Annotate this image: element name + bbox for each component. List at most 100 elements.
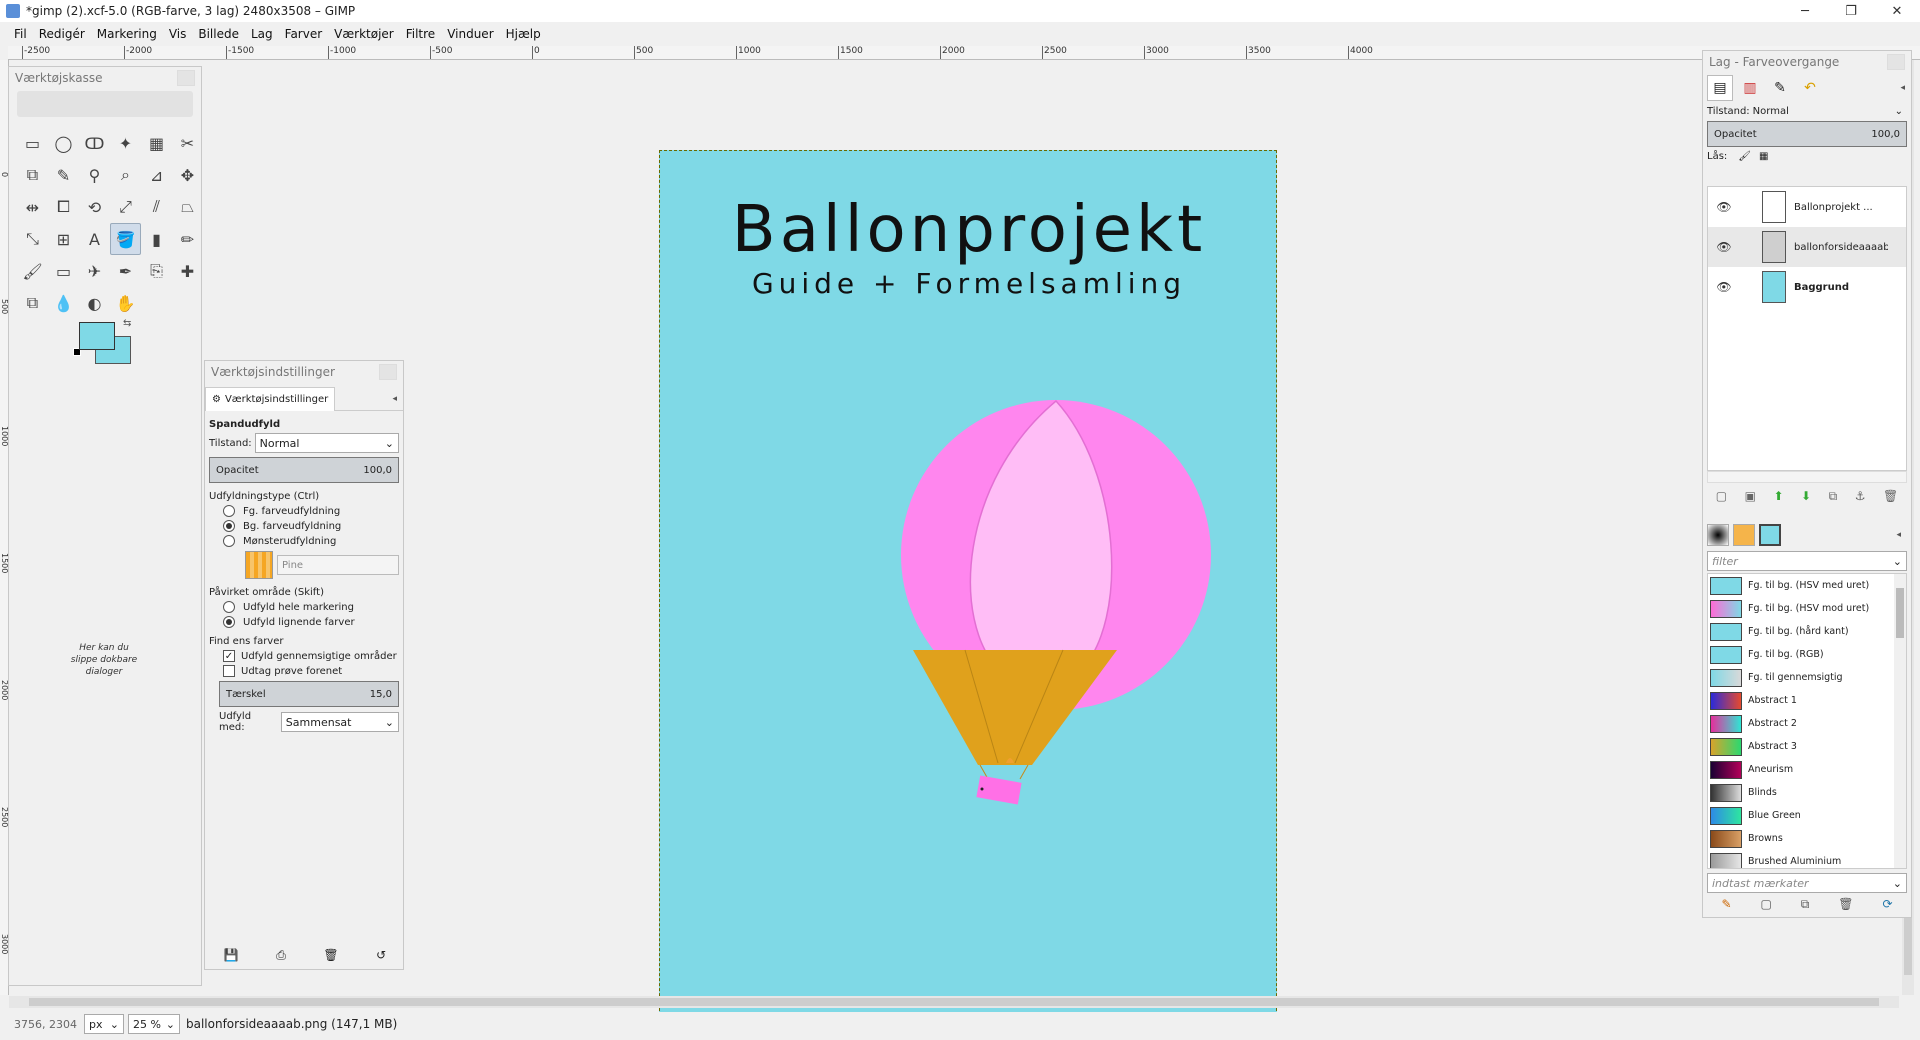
radio-button[interactable] — [223, 505, 235, 517]
image-page[interactable]: Ballonprojekt Guide + Formelsamling — [659, 150, 1277, 1026]
scale-icon[interactable]: ⤢ — [110, 191, 141, 223]
gradient-item[interactable]: Blinds — [1708, 781, 1906, 804]
tab-layers[interactable]: ▤ — [1707, 75, 1733, 101]
gradient-filter-input[interactable]: filter ⌄ — [1707, 551, 1907, 571]
clone-icon[interactable]: ⎘ — [141, 255, 172, 287]
lower-layer-icon[interactable]: ⬇ — [1801, 489, 1811, 504]
bucket-fill-icon[interactable]: 🪣 — [110, 223, 141, 255]
layer-opacity-slider[interactable]: Opacitet 100,0 — [1707, 121, 1907, 147]
unit-select[interactable]: px ⌄ — [84, 1014, 124, 1034]
checkbox-option[interactable]: ✓ Udfyld gennemsigtige områder — [209, 650, 399, 662]
eraser-icon[interactable]: ▭ — [48, 255, 79, 287]
foreground-select-icon[interactable]: ⧉ — [17, 159, 48, 191]
tab-patterns[interactable] — [1733, 524, 1755, 546]
tab-brushes[interactable] — [1707, 524, 1729, 546]
pencil-icon[interactable]: ✏ — [172, 223, 203, 255]
tab-menu-icon[interactable]: ◂ — [392, 394, 397, 404]
layer-name[interactable]: ballonforsideaaaab.pn — [1794, 242, 1888, 253]
paths-icon[interactable]: ✎ — [48, 159, 79, 191]
pattern-swatch[interactable] — [245, 551, 273, 579]
gradient-list-scrollbar[interactable] — [1894, 574, 1906, 868]
delete-gradient-icon[interactable]: 🗑 — [1838, 897, 1853, 912]
layer-list-scrollbar[interactable] — [1707, 471, 1907, 483]
ink-icon[interactable]: ✒ — [110, 255, 141, 287]
perspective-icon[interactable]: ⏢ — [172, 191, 203, 223]
tab-undo[interactable]: ↶ — [1797, 75, 1823, 101]
save-options-icon[interactable]: 💾 — [224, 948, 239, 963]
tab-paths[interactable]: ✎ — [1767, 75, 1793, 101]
tab-channels[interactable]: ▥ — [1737, 75, 1763, 101]
layer-row[interactable]: 👁 Ballonprojekt ... — [1708, 187, 1906, 227]
transform-icon[interactable]: ⤡ — [17, 223, 48, 255]
gradient-item[interactable]: Brushed Aluminium — [1708, 850, 1906, 868]
minimize-button[interactable]: ─ — [1782, 0, 1828, 22]
checkbox-option[interactable]: Udtag prøve forenet — [209, 665, 399, 677]
lock-alpha-icon[interactable]: ▦ — [1759, 151, 1768, 162]
menu-hjaelp[interactable]: Hjælp — [500, 27, 547, 41]
radio-button[interactable] — [223, 535, 235, 547]
eye-icon[interactable]: 👁 — [1712, 280, 1736, 294]
fuzzy-select-icon[interactable]: ✦ — [110, 127, 141, 159]
gradient-item[interactable]: Abstract 1 — [1708, 689, 1906, 712]
anchor-layer-icon[interactable]: ⚓ — [1855, 489, 1866, 504]
dodge-icon[interactable]: ◐ — [79, 287, 110, 319]
layer-name[interactable]: Baggrund — [1794, 282, 1888, 293]
ellipse-select-icon[interactable]: ◯ — [48, 127, 79, 159]
menu-billede[interactable]: Billede — [192, 27, 245, 41]
zoom-select[interactable]: 25 % ⌄ — [128, 1014, 180, 1034]
text-icon[interactable]: A — [79, 223, 110, 255]
gradient-item[interactable]: Fg. til bg. (HSV med uret) — [1708, 574, 1906, 597]
foreground-color[interactable] — [79, 322, 115, 350]
canvas-horizontal-scrollbar[interactable] — [9, 996, 1899, 1008]
menu-vaerktojer[interactable]: Værktøjer — [328, 27, 400, 41]
tab-menu-icon[interactable]: ◂ — [1896, 530, 1901, 540]
gradient-item[interactable]: Fg. til bg. (HSV mod uret) — [1708, 597, 1906, 620]
chevron-down-icon[interactable]: ⌄ — [1895, 106, 1903, 117]
move-icon[interactable]: ✥ — [172, 159, 203, 191]
eye-icon[interactable]: 👁 — [1712, 240, 1736, 254]
heal-icon[interactable]: ✚ — [172, 255, 203, 287]
layer-row[interactable]: 👁 Baggrund — [1708, 267, 1906, 307]
smudge-icon[interactable]: ✋ — [110, 287, 141, 319]
paintbrush-icon[interactable]: 🖌 — [17, 255, 48, 287]
duplicate-layer-icon[interactable]: ⧉ — [1829, 489, 1838, 504]
crop-icon[interactable]: ⧠ — [48, 191, 79, 223]
new-gradient-icon[interactable]: ▢ — [1760, 897, 1771, 912]
menu-lag[interactable]: Lag — [245, 27, 279, 41]
lasso-icon[interactable]: ↀ — [79, 127, 110, 159]
mode-select[interactable]: Normal ⌄ — [254, 433, 399, 453]
gradient-item[interactable]: Blue Green — [1708, 804, 1906, 827]
new-layer-icon[interactable]: ▢ — [1716, 489, 1727, 504]
airbrush-icon[interactable]: ✈ — [79, 255, 110, 287]
tab-tool-options[interactable]: ⚙ Værktøjsindstillinger — [205, 386, 336, 411]
eye-icon[interactable]: 👁 — [1712, 200, 1736, 214]
color-picker-icon[interactable]: ⚲ — [79, 159, 110, 191]
scissors-icon[interactable]: ✂ — [172, 127, 203, 159]
restore-options-icon[interactable]: ⎙ — [276, 948, 286, 963]
radio-button[interactable] — [223, 616, 235, 628]
close-button[interactable]: ✕ — [1874, 0, 1920, 22]
rect-select-icon[interactable]: ▭ — [17, 127, 48, 159]
tab-menu-icon[interactable]: ◂ — [1900, 83, 1905, 93]
maximize-button[interactable]: ❐ — [1828, 0, 1874, 22]
zoom-icon[interactable]: ⌕ — [110, 159, 141, 191]
align-icon[interactable]: ⇹ — [17, 191, 48, 223]
new-layer-group-icon[interactable]: ▣ — [1745, 489, 1756, 504]
gradient-tags-input[interactable]: indtast mærkater ⌄ — [1707, 873, 1907, 893]
refresh-gradients-icon[interactable]: ⟳ — [1882, 897, 1892, 912]
edit-gradient-icon[interactable]: ✎ — [1721, 897, 1731, 912]
fill-with-select[interactable]: Sammensat ⌄ — [280, 712, 399, 732]
menu-vis[interactable]: Vis — [163, 27, 193, 41]
opacity-slider[interactable]: Opacitet 100,0 — [209, 457, 399, 483]
swap-colors-icon[interactable]: ⇆ — [123, 318, 131, 329]
gradient-item[interactable]: Abstract 3 — [1708, 735, 1906, 758]
wilber-drop-area[interactable] — [17, 91, 193, 117]
horizontal-ruler[interactable]: -2500 -2000 -1500 -1000 -500 0 500 1000 1500 2000… — [8, 46, 1920, 60]
gradient-item[interactable]: Fg. til gennemsigtig — [1708, 666, 1906, 689]
radio-option[interactable]: Mønsterudfyldning — [209, 535, 399, 547]
reset-options-icon[interactable]: ↺ — [376, 948, 386, 963]
radio-option[interactable]: Fg. farveudfyldning — [209, 505, 399, 517]
menu-farver[interactable]: Farver — [279, 27, 329, 41]
radio-button[interactable] — [223, 601, 235, 613]
checkbox[interactable]: ✓ — [223, 650, 235, 662]
